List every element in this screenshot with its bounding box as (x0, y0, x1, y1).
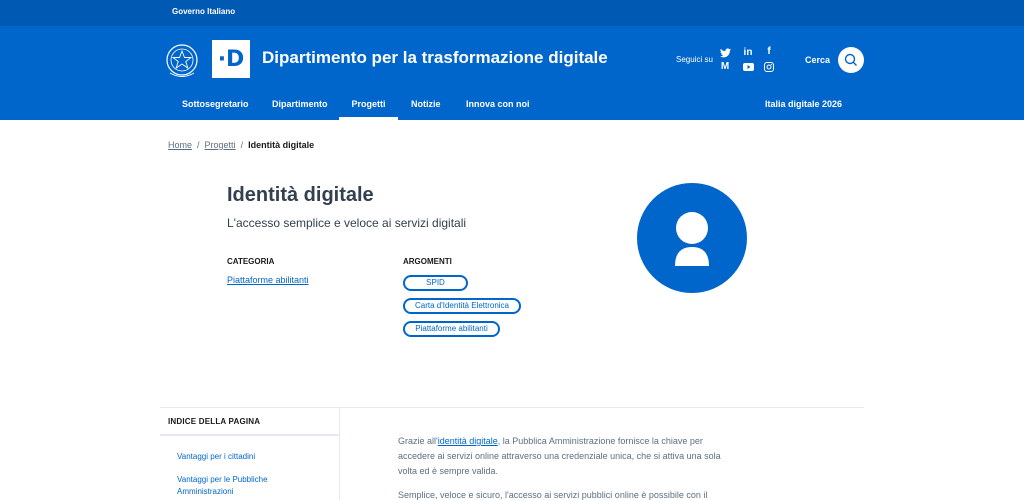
topic-chip-cie[interactable]: Carta d'Identità Elettronica (403, 298, 521, 314)
user-icon (675, 212, 709, 266)
italian-republic-emblem-icon (166, 44, 198, 77)
social-label: Seguici su (676, 55, 713, 64)
content-text: Grazie all' (398, 436, 438, 446)
search-label[interactable]: Cerca (805, 55, 830, 65)
medium-icon[interactable]: M (718, 62, 732, 72)
social-links: in f M (718, 46, 778, 76)
twitter-icon[interactable] (718, 48, 732, 61)
dtd-logo[interactable]: ·D (212, 40, 250, 78)
breadcrumb-separator: / (240, 140, 244, 150)
nav-item-innova-con-noi[interactable]: Innova con noi (466, 94, 530, 120)
page-subtitle: L'accesso semplice e veloce ai servizi d… (227, 216, 467, 230)
main-nav: Sottosegretario Dipartimento Progetti No… (0, 94, 1024, 120)
instagram-icon[interactable] (762, 62, 776, 75)
page-index-title: INDICE DELLA PAGINA (168, 417, 261, 426)
nav-item-dipartimento[interactable]: Dipartimento (272, 94, 328, 120)
breadcrumb-progetti[interactable]: Progetti (205, 140, 236, 150)
nav-item-sottosegretario[interactable]: Sottosegretario (182, 94, 249, 120)
identita-digitale-link[interactable]: identità digitale (438, 436, 498, 446)
youtube-icon[interactable] (741, 63, 755, 74)
page-index-link-cittadini[interactable]: Vantaggi per i cittadini (177, 451, 255, 463)
topic-chip-spid[interactable]: SPID (403, 275, 468, 291)
search-button[interactable] (838, 47, 864, 73)
center-header: ·D Dipartimento per la trasformazione di… (0, 26, 1024, 94)
content-paragraph-2: Semplice, veloce e sicuro, l'accesso ai … (398, 490, 708, 500)
category-label: CATEGORIA (227, 257, 275, 266)
topics-label: ARGOMENTI (403, 257, 452, 266)
page-title: Identità digitale (227, 184, 374, 206)
breadcrumb-home[interactable]: Home (168, 140, 192, 150)
content-paragraph: Grazie all'identità digitale, la Pubblic… (398, 434, 728, 479)
nav-item-italia-digitale-2026[interactable]: Italia digitale 2026 (765, 94, 842, 120)
governo-italiano-link[interactable]: Governo Italiano (172, 7, 235, 16)
page-index-link-pa[interactable]: Vantaggi per le Pubbliche Amministrazion… (177, 474, 297, 498)
category-link[interactable]: Piattaforme abilitanti (227, 275, 309, 285)
breadcrumb: Home / Progetti / Identità digitale (168, 140, 314, 150)
page-index-progress (160, 434, 340, 436)
site-title[interactable]: Dipartimento per la trasformazione digit… (262, 48, 608, 68)
search-icon (844, 53, 857, 66)
nav-item-progetti[interactable]: Progetti (339, 94, 398, 120)
topic-chip-piattaforme[interactable]: Piattaforme abilitanti (403, 321, 500, 337)
breadcrumb-current: Identità digitale (248, 140, 315, 150)
linkedin-icon[interactable]: in (741, 48, 755, 58)
project-avatar (637, 183, 747, 293)
nav-item-notizie[interactable]: Notizie (411, 94, 441, 120)
facebook-icon[interactable]: f (762, 47, 776, 57)
slim-header: Governo Italiano (0, 0, 1024, 26)
breadcrumb-separator: / (197, 140, 200, 150)
